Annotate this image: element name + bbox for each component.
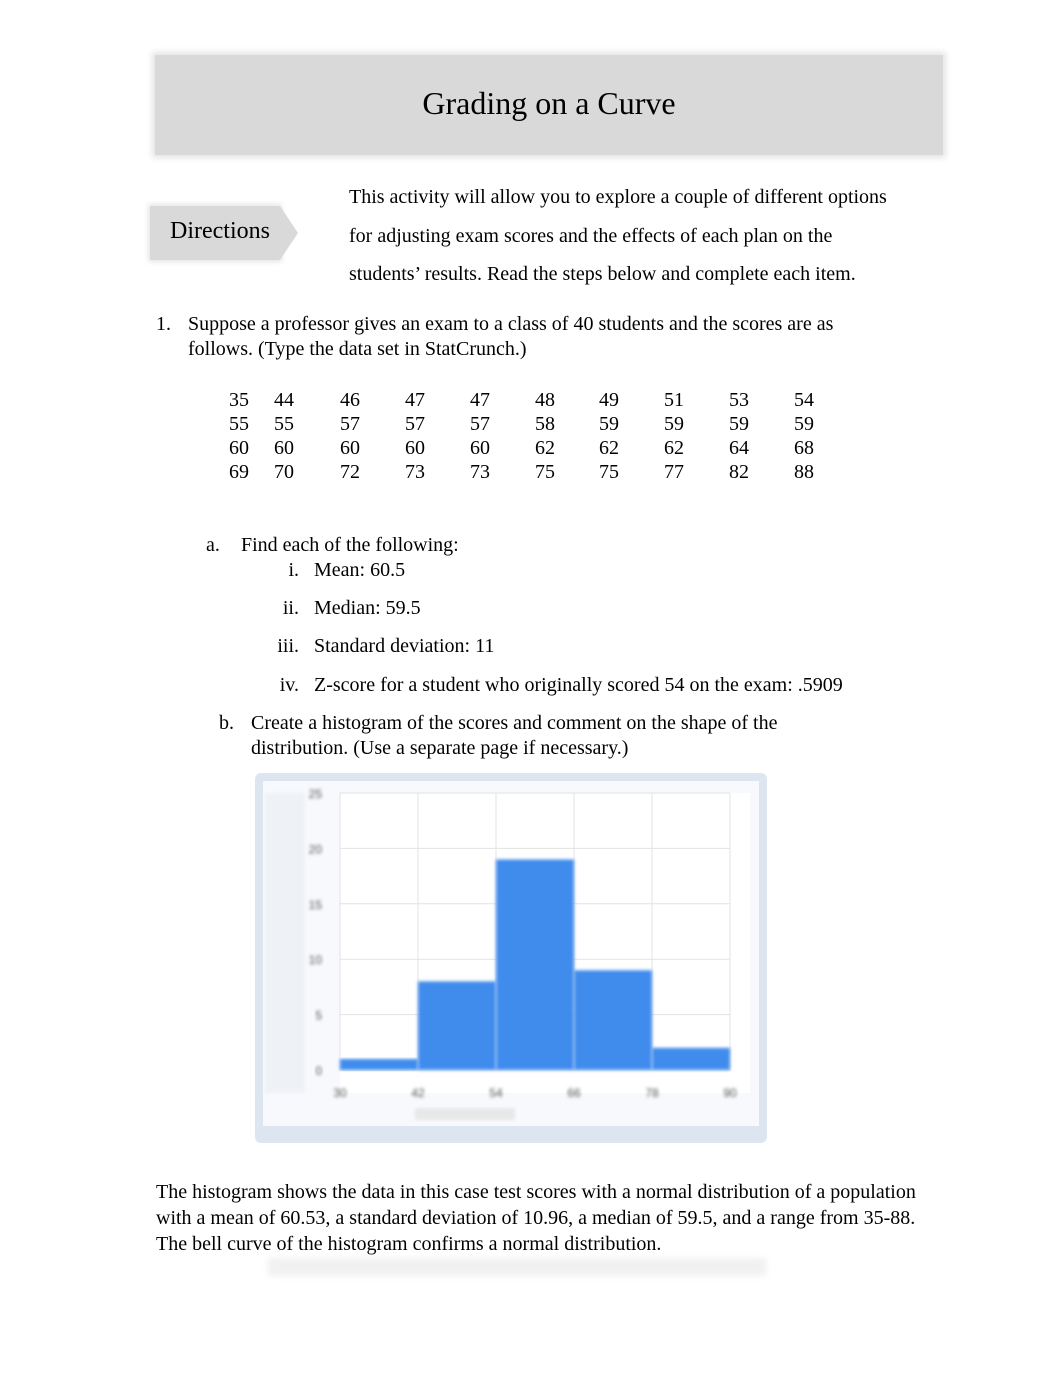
score-cell: 82 [729,461,749,483]
y-tick-label: 25 [309,787,323,801]
histogram: 0 5 10 15 20 25 30 42 54 66 78 90 [255,773,767,1143]
conclusion-text: The histogram shows the data in this cas… [156,1181,916,1255]
score-cell: 59 [794,413,814,435]
score-cell: 51 [664,389,684,411]
score-cell: 47 [470,389,490,411]
score-cell: 70 [274,461,294,483]
x-axis-title-blur [415,1108,515,1120]
part-b-line1: Create a histogram of the scores and com… [251,712,778,734]
score-cell: 72 [340,461,360,483]
x-tick-label: 78 [645,1086,659,1100]
part-a-item-text: Mean: 60.5 [314,559,406,581]
score-cell: 59 [729,413,749,435]
q1-number: 1. [156,313,171,335]
page-title: Grading on a Curve [422,85,676,121]
x-tick-label: 30 [333,1086,347,1100]
part-a-item-text: Standard deviation: 11 [314,635,495,657]
x-tick-label: 42 [411,1086,425,1100]
intro-text: This activity will allow you to explore … [349,186,887,285]
score-cell: 57 [470,413,490,435]
score-cell: 57 [340,413,360,435]
score-cell: 62 [535,437,555,459]
score-cell: 53 [729,389,749,411]
score-cell: 75 [535,461,555,483]
part-a-item-marker: iii. [277,635,299,657]
q1-text-line2: follows. (Type the data set in StatCrunc… [188,338,527,360]
score-cell: 88 [794,461,814,483]
score-cell: 59 [599,413,619,435]
score-cell: 47 [405,389,425,411]
part-a-item-text: Median: 59.5 [314,597,421,619]
score-cell: 62 [664,437,684,459]
score-cell: 77 [664,461,684,483]
score-cell: 55 [229,413,249,435]
score-cell: 44 [274,389,294,411]
score-cell: 75 [599,461,619,483]
faded-image-edge [268,1258,766,1276]
score-cell: 49 [599,389,619,411]
directions-label: Directions [170,218,270,244]
x-tick-label: 54 [489,1086,503,1100]
score-cell: 73 [405,461,425,483]
histogram-bar [496,859,574,1070]
side-panel [265,793,305,1093]
score-cell: 73 [470,461,490,483]
part-b-line2: distribution. (Use a separate page if ne… [251,737,629,759]
title-banner: Grading on a Curve [155,55,943,155]
y-tick-label: 5 [315,1009,322,1023]
score-cell: 48 [535,389,555,411]
score-cell: 57 [405,413,425,435]
histogram-bar [574,970,652,1070]
part-a-text: Find each of the following: [241,534,459,556]
directions-tag: Directions [150,206,298,260]
score-cell: 69 [229,461,249,483]
x-tick-label: 90 [723,1086,737,1100]
score-cell: 62 [599,437,619,459]
score-cell: 46 [340,389,360,411]
score-cell: 60 [405,437,425,459]
score-cell: 60 [340,437,360,459]
histogram-bar [418,981,496,1070]
histogram-bar [652,1047,730,1070]
score-cell: 64 [729,437,749,459]
score-cell: 59 [664,413,684,435]
part-a-item-marker: ii. [282,597,299,619]
y-tick-label: 10 [309,953,323,967]
score-cell: 60 [229,437,249,459]
part-a-marker: a. [206,534,220,556]
part-b-marker: b. [219,712,234,734]
score-cell: 54 [794,389,814,411]
y-tick-label: 20 [309,842,323,856]
x-tick-label: 66 [567,1086,581,1100]
part-a-item-text: Z-score for a student who originally sco… [314,674,843,696]
score-cell: 60 [274,437,294,459]
q1-text-line1: Suppose a professor gives an exam to a c… [188,313,834,335]
y-tick-label: 0 [315,1064,322,1078]
score-cell: 35 [229,389,249,411]
document-page: Grading on a Curve Directions This activ… [0,0,1062,1377]
score-cell: 55 [274,413,294,435]
score-cell: 58 [535,413,555,435]
part-a-item-marker: i. [288,559,299,581]
score-cell: 60 [470,437,490,459]
part-a-item-marker: iv. [279,674,299,696]
score-cell: 68 [794,437,814,459]
histogram-bar [340,1058,418,1070]
y-tick-label: 15 [309,898,323,912]
